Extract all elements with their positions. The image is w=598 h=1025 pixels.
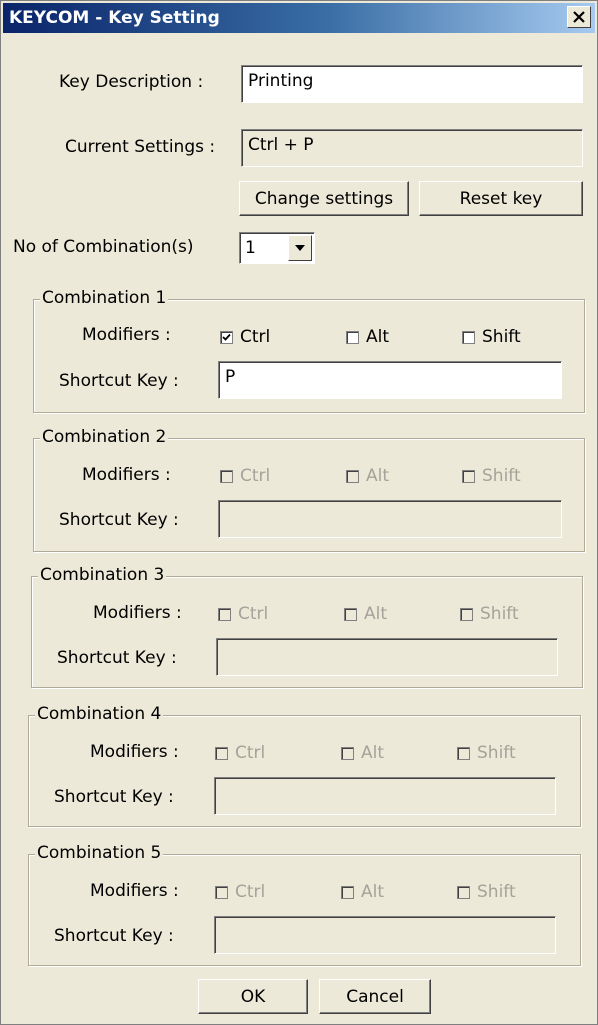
ctrl-label: Ctrl <box>240 466 271 486</box>
combination-title: Combination 4 <box>35 704 164 724</box>
shift-checkbox[interactable]: Shift <box>460 604 519 624</box>
modifiers-label: Modifiers : <box>82 465 171 485</box>
checkbox-box[interactable] <box>346 469 359 483</box>
alt-checkbox[interactable]: Alt <box>346 466 389 486</box>
shortcut-key-input[interactable] <box>218 500 562 538</box>
checkbox-box[interactable] <box>460 607 473 621</box>
checkbox-box[interactable] <box>218 607 231 621</box>
shortcut-key-label: Shortcut Key : <box>59 510 179 530</box>
shift-checkbox[interactable]: Shift <box>462 327 521 347</box>
combination-count-select[interactable]: 1 <box>239 232 315 264</box>
ctrl-label: Ctrl <box>235 882 266 902</box>
alt-label: Alt <box>366 466 390 486</box>
shift-label: Shift <box>480 604 519 624</box>
title-bar[interactable]: KEYCOM - Key Setting <box>3 3 595 33</box>
shift-label: Shift <box>477 743 516 763</box>
ok-button[interactable]: OK <box>198 979 308 1014</box>
shortcut-key-label: Shortcut Key : <box>59 371 179 391</box>
checkbox-box[interactable] <box>457 885 470 899</box>
current-settings-label: Current Settings : <box>65 137 216 157</box>
ctrl-checkbox[interactable]: Ctrl <box>218 604 268 624</box>
shift-label: Shift <box>477 882 516 902</box>
modifiers-label: Modifiers : <box>90 881 179 901</box>
alt-checkbox[interactable]: Alt <box>344 604 387 624</box>
combination-4-group: Combination 4 Modifiers : Ctrl Alt Shift… <box>28 704 581 827</box>
shortcut-key-input[interactable] <box>216 638 558 676</box>
alt-label: Alt <box>361 882 385 902</box>
checkbox-box[interactable] <box>215 885 228 899</box>
ctrl-checkbox[interactable]: Ctrl <box>215 882 265 902</box>
combination-count-value: 1 <box>245 238 256 258</box>
checkbox-box[interactable] <box>215 746 228 760</box>
alt-checkbox[interactable]: Alt <box>346 327 389 347</box>
checkbox-box[interactable] <box>344 607 357 621</box>
combination-title: Combination 2 <box>40 427 169 447</box>
shift-checkbox[interactable]: Shift <box>462 466 521 486</box>
checkbox-box[interactable] <box>341 885 354 899</box>
alt-label: Alt <box>361 743 385 763</box>
alt-checkbox[interactable]: Alt <box>341 743 384 763</box>
combination-5-group: Combination 5 Modifiers : Ctrl Alt Shift… <box>28 843 581 966</box>
checkbox-box[interactable] <box>220 330 233 344</box>
shift-checkbox[interactable]: Shift <box>457 743 516 763</box>
checkbox-box[interactable] <box>341 746 354 760</box>
change-settings-button[interactable]: Change settings <box>239 181 409 216</box>
checkmark-icon <box>222 333 231 341</box>
shortcut-key-label: Shortcut Key : <box>54 787 174 807</box>
ctrl-label: Ctrl <box>238 604 269 624</box>
alt-label: Alt <box>364 604 388 624</box>
ctrl-checkbox[interactable]: Ctrl <box>220 466 270 486</box>
shift-checkbox[interactable]: Shift <box>457 882 516 902</box>
combination-3-group: Combination 3 Modifiers : Ctrl Alt Shift… <box>31 565 583 688</box>
cancel-button[interactable]: Cancel <box>319 979 431 1014</box>
checkbox-box[interactable] <box>220 469 233 483</box>
combination-title: Combination 3 <box>38 565 167 585</box>
ctrl-label: Ctrl <box>235 743 266 763</box>
shift-label: Shift <box>482 466 521 486</box>
combination-2-group: Combination 2 Modifiers : Ctrl Alt Shift… <box>33 427 585 552</box>
alt-label: Alt <box>366 327 390 347</box>
dropdown-arrow-button[interactable] <box>288 235 312 261</box>
shift-label: Shift <box>482 327 521 347</box>
checkbox-box[interactable] <box>462 330 475 344</box>
checkbox-box[interactable] <box>462 469 475 483</box>
current-settings-field: Ctrl + P <box>241 129 583 167</box>
shortcut-key-input[interactable] <box>214 916 556 954</box>
ctrl-checkbox[interactable]: Ctrl <box>215 743 265 763</box>
key-description-input[interactable]: Printing <box>241 65 583 103</box>
alt-checkbox[interactable]: Alt <box>341 882 384 902</box>
combination-1-group: Combination 1 Modifiers : Ctrl Alt Shift… <box>33 288 585 413</box>
checkbox-box[interactable] <box>457 746 470 760</box>
shortcut-key-input[interactable] <box>214 777 556 815</box>
close-icon <box>573 11 585 23</box>
modifiers-label: Modifiers : <box>90 742 179 762</box>
combination-title: Combination 5 <box>35 843 164 863</box>
shortcut-key-label: Shortcut Key : <box>57 648 177 668</box>
shortcut-key-label: Shortcut Key : <box>54 926 174 946</box>
dropdown-arrow-icon <box>295 245 305 251</box>
reset-key-button[interactable]: Reset key <box>419 181 583 216</box>
close-button[interactable] <box>567 6 591 28</box>
key-setting-dialog: KEYCOM - Key Setting Key Description : P… <box>0 0 598 1025</box>
key-description-label: Key Description : <box>59 72 204 92</box>
ctrl-label: Ctrl <box>240 327 271 347</box>
shortcut-key-input[interactable]: P <box>218 361 562 399</box>
window-title: KEYCOM - Key Setting <box>9 8 220 28</box>
checkbox-box[interactable] <box>346 330 359 344</box>
ctrl-checkbox[interactable]: Ctrl <box>220 327 270 347</box>
modifiers-label: Modifiers : <box>93 603 182 623</box>
modifiers-label: Modifiers : <box>82 325 171 345</box>
combination-title: Combination 1 <box>40 288 169 308</box>
combination-count-label: No of Combination(s) <box>13 237 194 257</box>
